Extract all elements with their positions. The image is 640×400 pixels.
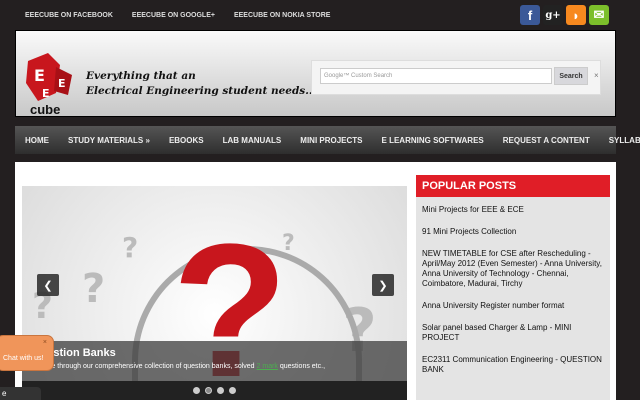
email-icon[interactable]: ✉ xyxy=(589,5,609,25)
nav-home[interactable]: HOME xyxy=(25,136,49,145)
search-box: Google™ Custom Search Search × xyxy=(311,60,601,95)
chat-popup[interactable]: × Chat with us! xyxy=(0,335,54,371)
post-link[interactable]: Anna University Register number format xyxy=(422,301,604,311)
post-link[interactable]: NEW TIMETABLE for CSE after Rescheduling… xyxy=(422,249,604,289)
tagline-line-1: Everything that an xyxy=(86,70,196,82)
nav-lab-manuals[interactable]: LAB MANUALS xyxy=(223,136,282,145)
post-link[interactable]: Solar panel based Charger & Lamp - MINI … xyxy=(422,323,604,343)
image-slider: ? ? ? ? ? ? ❮ ❯ Question Banks Browse th… xyxy=(22,186,407,400)
prev-slide-button[interactable]: ❮ xyxy=(37,274,59,296)
clear-search-icon[interactable]: × xyxy=(594,71,599,80)
tagline: Everything that an Electrical Engineerin… xyxy=(86,69,316,99)
next-slide-button[interactable]: ❯ xyxy=(372,274,394,296)
slide-title[interactable]: Question Banks xyxy=(32,347,397,359)
nav-mini-projects[interactable]: MINI PROJECTS xyxy=(300,136,362,145)
slide-dot-active[interactable] xyxy=(205,387,212,394)
slide-dot[interactable] xyxy=(193,387,200,394)
slide-caption: Question Banks Browse through our compre… xyxy=(22,341,407,381)
nav-study-materials[interactable]: STUDY MATERIALS » xyxy=(68,136,150,145)
slide-dot[interactable] xyxy=(217,387,224,394)
site-header: E E E cube Everything that an Electrical… xyxy=(15,30,616,117)
rss-icon[interactable]: ◗ xyxy=(566,5,586,25)
main-nav: HOME STUDY MATERIALS » EBOOKS LAB MANUAL… xyxy=(15,126,640,154)
logo-text: cube xyxy=(30,105,61,117)
slide-description: Browse through our comprehensive collect… xyxy=(32,363,326,370)
search-input[interactable]: Google™ Custom Search xyxy=(320,68,552,84)
svg-text:E: E xyxy=(42,87,50,100)
google-plus-icon[interactable]: g+ xyxy=(543,5,563,25)
facebook-icon[interactable]: f xyxy=(520,5,540,25)
content-area: ? ? ? ? ? ? ❮ ❯ Question Banks Browse th… xyxy=(15,162,616,400)
nav-request-content[interactable]: REQUEST A CONTENT xyxy=(503,136,590,145)
chat-text[interactable]: Chat with us! xyxy=(3,355,43,362)
popular-posts-title: POPULAR POSTS xyxy=(416,175,610,197)
nav-ebooks[interactable]: EBOOKS xyxy=(169,136,204,145)
slide-dot[interactable] xyxy=(229,387,236,394)
close-chat-icon[interactable]: × xyxy=(43,339,47,346)
two-mark-link[interactable]: 2 mark xyxy=(257,363,278,370)
nokia-store-link[interactable]: EEECUBE ON NOKIA STORE xyxy=(234,12,330,19)
facebook-link[interactable]: EEECUBE ON FACEBOOK xyxy=(25,12,113,19)
slide-dots xyxy=(22,381,407,400)
post-link[interactable]: EC2311 Communication Engineering - QUEST… xyxy=(422,355,604,375)
nav-e-learning-softwares[interactable]: E LEARNING SOFTWARES xyxy=(382,136,484,145)
popular-posts-widget: POPULAR POSTS Mini Projects for EEE & EC… xyxy=(416,175,610,400)
svg-text:E: E xyxy=(58,77,66,90)
svg-text:E: E xyxy=(34,66,45,85)
search-button[interactable]: Search xyxy=(554,67,588,85)
top-links: EEECUBE ON FACEBOOK EEECUBE ON GOOGLE+ E… xyxy=(25,12,330,19)
social-icons: f g+ ◗ ✉ xyxy=(520,5,609,25)
google-plus-link[interactable]: EEECUBE ON GOOGLE+ xyxy=(132,12,215,19)
tagline-line-2: Electrical Engineering student needs... xyxy=(86,85,317,97)
nav-syllabus[interactable]: SYLLABUS » xyxy=(609,136,640,145)
post-link[interactable]: Mini Projects for EEE & ECE xyxy=(422,205,604,215)
post-link[interactable]: 91 Mini Projects Collection xyxy=(422,227,604,237)
chat-tab[interactable]: e xyxy=(0,387,41,400)
site-logo[interactable]: E E E cube xyxy=(26,53,76,116)
